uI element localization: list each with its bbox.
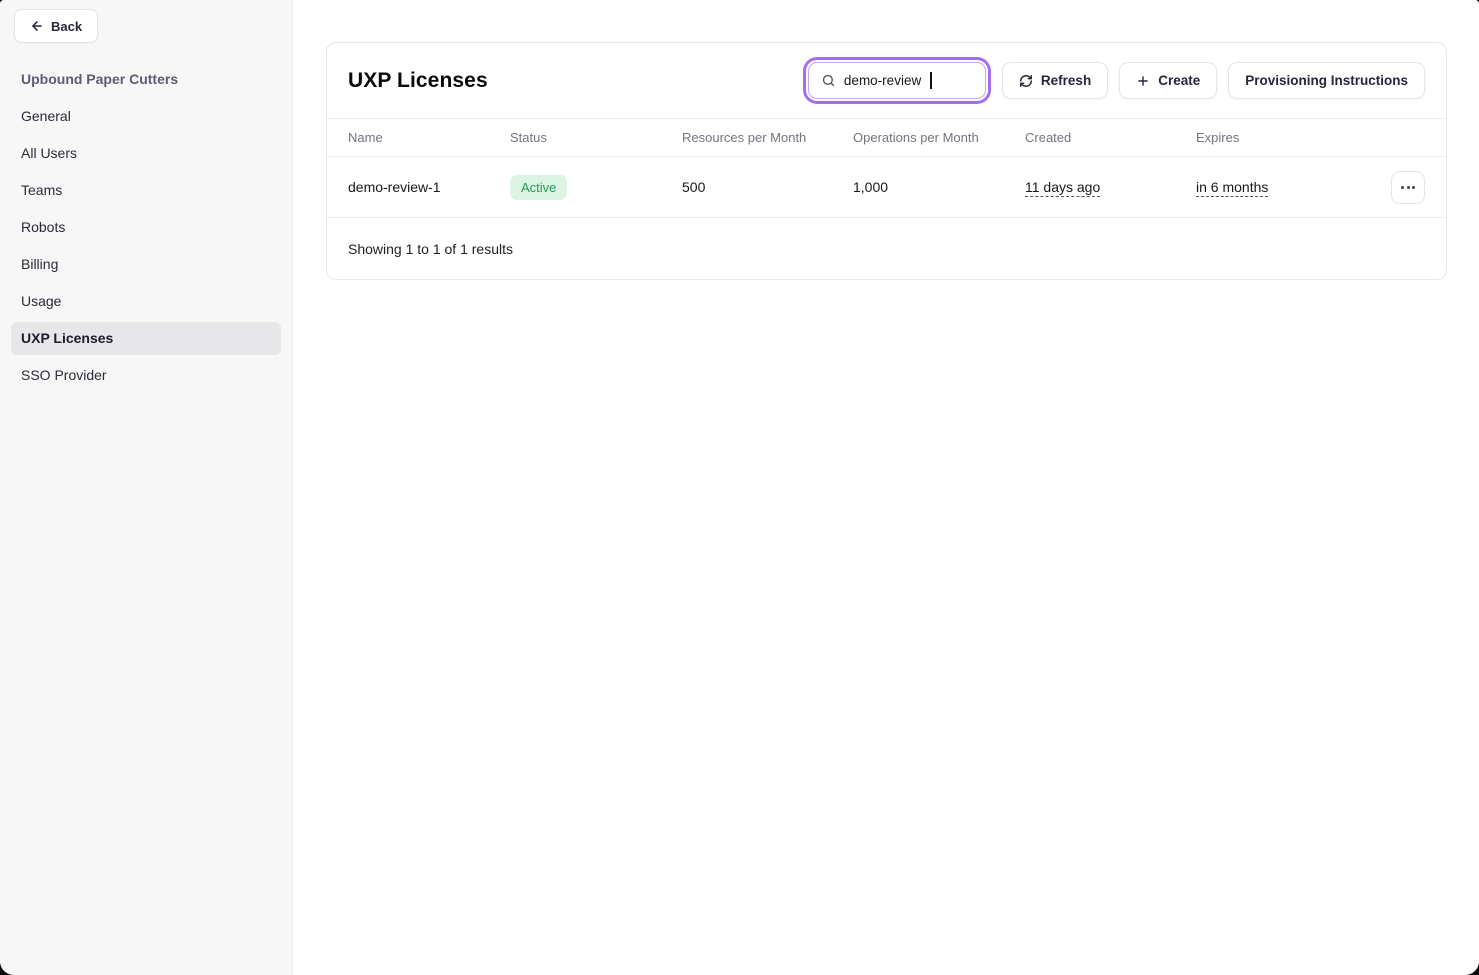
expires-value[interactable]: in 6 months — [1196, 179, 1268, 195]
column-header-resources: Resources per Month — [682, 130, 853, 145]
license-name: demo-review-1 — [348, 179, 510, 195]
column-header-status: Status — [510, 130, 682, 145]
sidebar-item-usage[interactable]: Usage — [11, 285, 281, 318]
column-header-name: Name — [348, 130, 510, 145]
back-button[interactable]: Back — [14, 9, 98, 43]
sidebar-item-teams[interactable]: Teams — [11, 174, 281, 207]
provisioning-instructions-label: Provisioning Instructions — [1245, 73, 1408, 88]
main-content: UXP Licenses demo-review Refresh — [293, 0, 1479, 975]
refresh-icon — [1019, 74, 1033, 88]
sidebar-item-all-users[interactable]: All Users — [11, 137, 281, 170]
page-title: UXP Licenses — [348, 69, 488, 93]
row-actions-button[interactable] — [1391, 171, 1425, 204]
licenses-card: UXP Licenses demo-review Refresh — [326, 42, 1447, 280]
refresh-button-label: Refresh — [1041, 73, 1091, 88]
sidebar: Back Upbound Paper Cutters General All U… — [0, 0, 293, 975]
sidebar-item-general[interactable]: General — [11, 100, 281, 133]
arrow-left-icon — [30, 19, 44, 33]
table-row: demo-review-1 Active 500 1,000 11 days a… — [327, 157, 1446, 218]
create-button[interactable]: Create — [1119, 62, 1217, 99]
resources-per-month-value: 500 — [682, 179, 853, 195]
table-header: Name Status Resources per Month Operatio… — [327, 118, 1446, 157]
column-header-expires: Expires — [1196, 130, 1391, 145]
search-icon — [821, 73, 836, 88]
provisioning-instructions-button[interactable]: Provisioning Instructions — [1228, 62, 1425, 99]
back-button-label: Back — [51, 19, 82, 34]
search-input-value: demo-review — [844, 73, 921, 88]
header-controls: demo-review Refresh Create — [808, 62, 1425, 99]
sidebar-nav: Upbound Paper Cutters General All Users … — [0, 43, 292, 392]
sidebar-item-sso-provider[interactable]: SSO Provider — [11, 359, 281, 392]
column-header-created: Created — [1025, 130, 1196, 145]
plus-icon — [1136, 74, 1150, 88]
card-header: UXP Licenses demo-review Refresh — [327, 43, 1446, 118]
operations-per-month-value: 1,000 — [853, 179, 1025, 195]
create-button-label: Create — [1158, 73, 1200, 88]
created-value[interactable]: 11 days ago — [1025, 179, 1100, 195]
app-window: Back Upbound Paper Cutters General All U… — [0, 0, 1479, 975]
sidebar-item-uxp-licenses[interactable]: UXP Licenses — [11, 322, 281, 355]
org-name: Upbound Paper Cutters — [11, 63, 281, 96]
sidebar-item-robots[interactable]: Robots — [11, 211, 281, 244]
sidebar-item-billing[interactable]: Billing — [11, 248, 281, 281]
refresh-button[interactable]: Refresh — [1002, 62, 1108, 99]
search-input[interactable]: demo-review — [808, 62, 986, 99]
status-badge: Active — [510, 175, 567, 200]
results-summary: Showing 1 to 1 of 1 results — [327, 218, 1446, 279]
column-header-operations: Operations per Month — [853, 130, 1025, 145]
text-caret — [930, 72, 932, 89]
